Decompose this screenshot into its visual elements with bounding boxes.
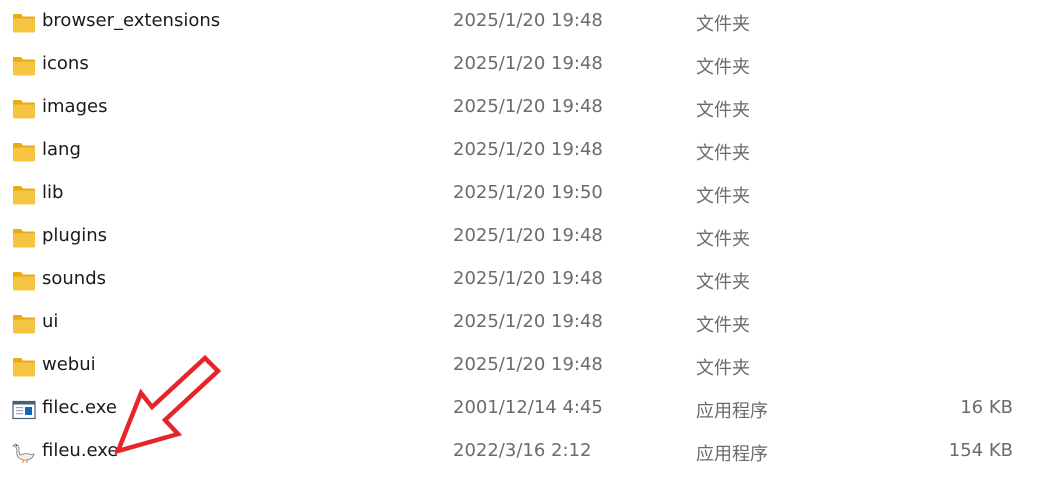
file-date-modified: 2025/1/20 19:48 [453,311,603,332]
file-type: 文件夹 [696,14,750,35]
folder-icon [12,141,36,163]
file-row-images[interactable]: images 2025/1/20 19:48 文件夹 [0,87,1040,130]
file-type: 文件夹 [696,100,750,121]
goose-app-icon [11,442,36,464]
file-type: 文件夹 [696,229,750,250]
window-app-icon [12,399,36,421]
file-name: lang [42,139,81,160]
file-date-modified: 2025/1/20 19:48 [453,96,603,117]
file-date-modified: 2025/1/20 19:48 [453,139,603,160]
file-row-lib[interactable]: lib 2025/1/20 19:50 文件夹 [0,173,1040,216]
file-row-ui[interactable]: ui 2025/1/20 19:48 文件夹 [0,302,1040,345]
folder-icon [12,313,36,335]
file-row-plugins[interactable]: plugins 2025/1/20 19:48 文件夹 [0,216,1040,259]
folder-icon [12,12,36,34]
file-type: 文件夹 [696,57,750,78]
file-list: browser_extensions 2025/1/20 19:48 文件夹 i… [0,1,1040,474]
folder-icon [12,55,36,77]
file-row-filec-exe[interactable]: filec.exe 2001/12/14 4:45 应用程序 16 KB [0,388,1040,431]
file-row-lang[interactable]: lang 2025/1/20 19:48 文件夹 [0,130,1040,173]
file-explorer: browser_extensions 2025/1/20 19:48 文件夹 i… [0,0,1040,499]
file-name: lib [42,182,64,203]
file-type: 应用程序 [696,401,768,422]
file-size: 154 KB [948,440,1013,461]
file-date-modified: 2001/12/14 4:45 [453,397,603,418]
folder-icon [12,98,36,120]
file-name: sounds [42,268,107,289]
file-name: images [42,96,108,117]
folder-icon [12,270,36,292]
file-name: browser_extensions [42,10,221,31]
file-name: icons [42,53,89,74]
file-name: fileu.exe [42,440,119,461]
file-row-browser-extensions[interactable]: browser_extensions 2025/1/20 19:48 文件夹 [0,1,1040,44]
file-type: 文件夹 [696,272,750,293]
folder-icon [12,356,36,378]
file-type: 应用程序 [696,444,768,465]
file-row-sounds[interactable]: sounds 2025/1/20 19:48 文件夹 [0,259,1040,302]
file-row-webui[interactable]: webui 2025/1/20 19:48 文件夹 [0,345,1040,388]
file-name: filec.exe [42,397,117,418]
file-name: webui [42,354,96,375]
file-date-modified: 2025/1/20 19:48 [453,10,603,31]
file-date-modified: 2025/1/20 19:48 [453,268,603,289]
file-name: ui [42,311,59,332]
file-size: 16 KB [960,397,1013,418]
file-date-modified: 2025/1/20 19:48 [453,225,603,246]
file-row-fileu-exe[interactable]: fileu.exe 2022/3/16 2:12 应用程序 154 KB [0,431,1040,474]
file-row-icons[interactable]: icons 2025/1/20 19:48 文件夹 [0,44,1040,87]
folder-icon [12,227,36,249]
file-date-modified: 2025/1/20 19:48 [453,354,603,375]
file-date-modified: 2025/1/20 19:50 [453,182,603,203]
file-type: 文件夹 [696,143,750,164]
file-type: 文件夹 [696,315,750,336]
file-type: 文件夹 [696,358,750,379]
file-name: plugins [42,225,108,246]
file-date-modified: 2025/1/20 19:48 [453,53,603,74]
file-type: 文件夹 [696,186,750,207]
file-date-modified: 2022/3/16 2:12 [453,440,592,461]
folder-icon [12,184,36,206]
